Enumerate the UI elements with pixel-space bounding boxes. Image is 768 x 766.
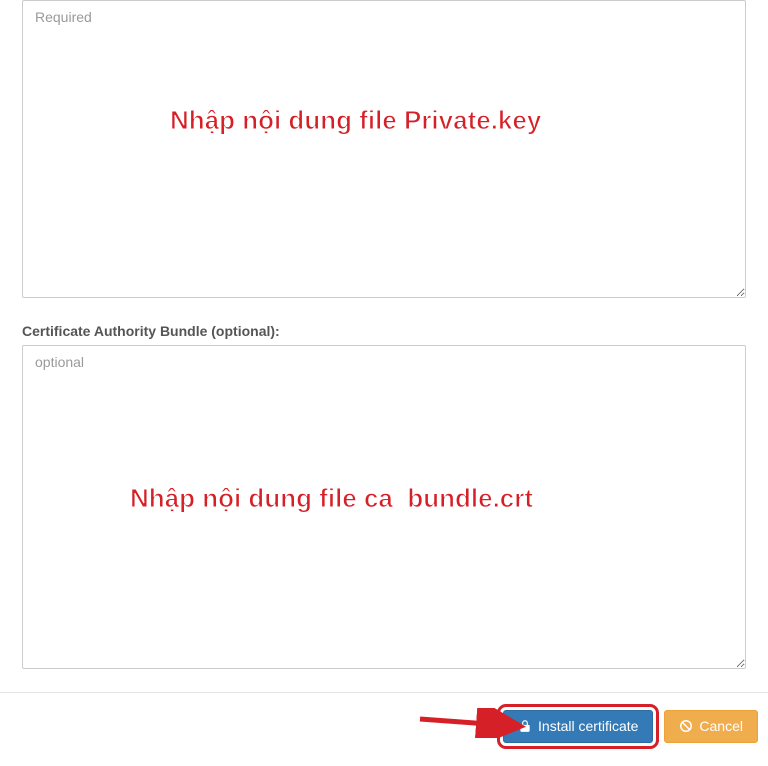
install-certificate-button[interactable]: Install certificate: [503, 710, 653, 743]
form-area: Certificate Authority Bundle (optional):: [0, 0, 768, 674]
lock-icon: [518, 719, 532, 733]
install-button-label: Install certificate: [538, 718, 638, 735]
cancel-button-label: Cancel: [699, 718, 743, 735]
private-key-textarea[interactable]: [22, 0, 746, 298]
ca-bundle-textarea[interactable]: [22, 345, 746, 669]
install-highlight-box: Install certificate: [500, 707, 656, 746]
page-root: Certificate Authority Bundle (optional):…: [0, 0, 768, 766]
ca-bundle-label: Certificate Authority Bundle (optional):: [22, 323, 746, 339]
ban-icon: [679, 719, 693, 733]
button-row: Install certificate Cancel: [0, 692, 768, 760]
cancel-button[interactable]: Cancel: [664, 710, 758, 743]
